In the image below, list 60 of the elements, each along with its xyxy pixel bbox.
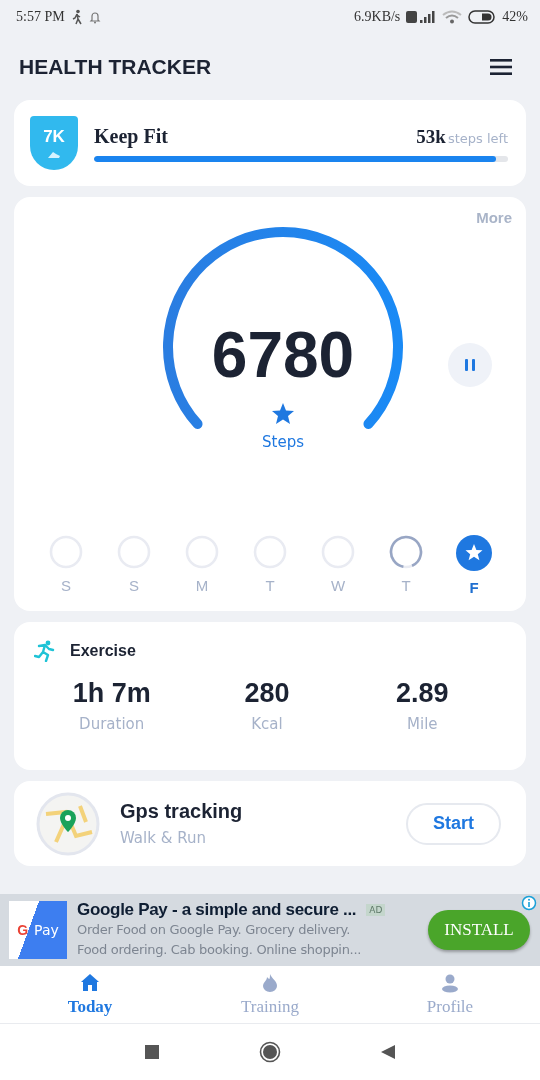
day-completed-icon[interactable] [456,535,492,571]
stat-value: 280 [244,678,290,709]
start-button[interactable]: Start [406,802,501,845]
goal-name: Keep Fit [94,124,168,148]
walking-icon [70,9,83,25]
ad-description: Order Food on Google Pay. Grocery delivery. [77,921,351,939]
exercise-card[interactable]: Exercise 1h 7m Duration 280 Kcal 2.89 Mile [14,622,526,770]
step-count: 6780 [211,322,355,388]
pause-icon [464,359,476,371]
day-label: S [61,577,71,594]
gps-subtitle: Walk & Run [120,829,207,847]
steps-left-label: steps left [447,130,508,146]
star-icon [271,402,295,425]
stat-label: Duration [79,715,145,733]
steps-label: Steps [262,433,304,451]
person-icon [440,972,460,993]
network-speed: 6.9KB/s [354,9,401,25]
stat-value: 2.89 [396,678,449,709]
logo-text: Pay [34,922,59,938]
stat-label: Mile [407,715,438,733]
back-button[interactable] [381,1045,395,1059]
menu-button[interactable] [488,57,514,77]
ad-banner[interactable]: G Pay Google Pay - a simple and secure ... AD Order Food on Google Pay. Grocery delivery. Food ordering. Cab booking. Online shoppin... INSTALL [0,894,540,966]
wifi-icon [442,10,463,24]
clock: 5:57 PM [16,9,65,25]
ad-title: Google Pay - a simple and secure ... [77,900,357,920]
day-progress-ring[interactable] [389,535,423,569]
exercise-title: Exercise [70,642,136,660]
goal-card[interactable]: 7K Keep Fit 53ksteps left [14,100,526,186]
menu-icon [490,59,512,75]
home-button[interactable] [259,1041,281,1063]
running-icon [34,640,56,662]
day-label: W [330,577,346,594]
day-label: M [195,577,209,594]
pause-button[interactable] [448,343,492,387]
gps-title: Gps tracking [120,800,244,823]
day-label: F [469,579,479,596]
nav-tab[interactable]: Profile [360,966,540,1023]
ad-description: Food ordering. Cab booking. Online shoppin... [77,941,363,959]
ad-tag: AD [366,904,386,916]
battery-level: 42% [502,9,528,25]
flame-icon [260,972,280,993]
stat-value: 1h 7m [72,678,151,709]
app-title: HEALTH TRACKER [19,55,212,79]
map-pin-icon [36,791,100,856]
day-label: S [129,577,139,594]
bell-icon [88,10,101,24]
info-icon[interactable] [521,895,537,911]
battery-icon [468,10,497,24]
steps-remaining: 53k [416,125,446,148]
logo-letter: G [17,922,29,938]
day-label: T [265,577,275,594]
home-icon [80,972,100,993]
nav-tab[interactable]: Today [0,966,180,1023]
stat-label: Kcal [251,715,283,733]
signal-icon [406,10,437,24]
badge-label: 7K [43,127,65,146]
install-button[interactable]: INSTALL [428,910,530,950]
nav-tab[interactable]: Training [180,966,360,1023]
day-label: T [401,577,411,594]
